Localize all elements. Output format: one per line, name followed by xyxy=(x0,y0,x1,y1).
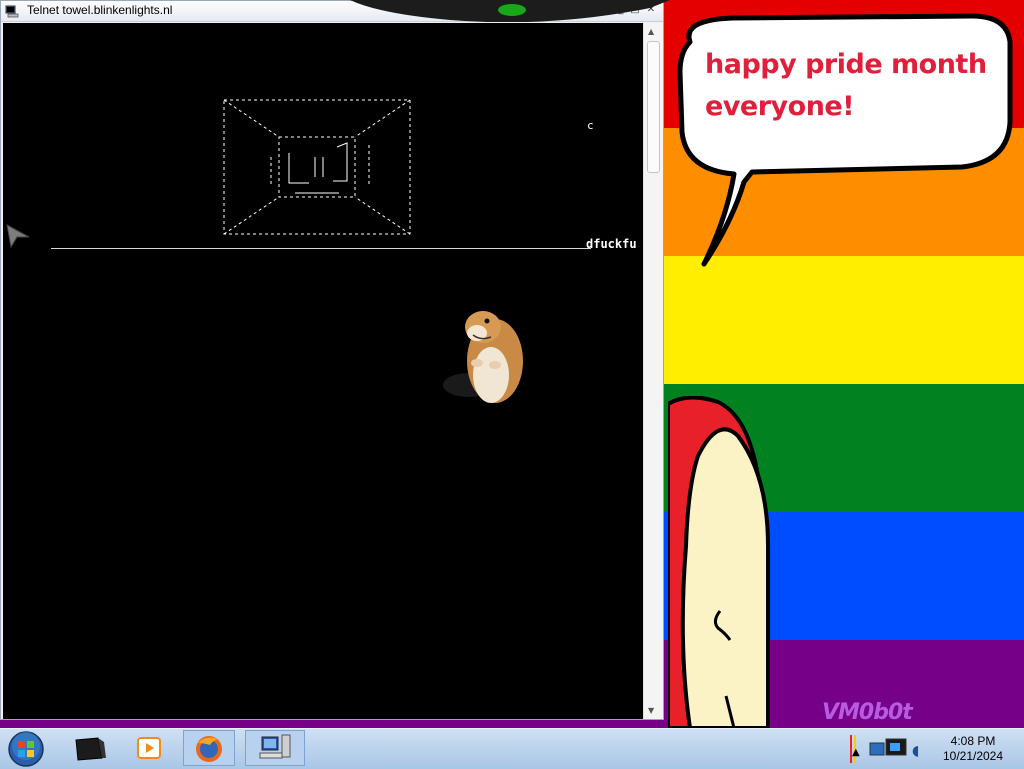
telnet-app-icon xyxy=(5,5,19,18)
media-player-icon[interactable] xyxy=(132,730,166,766)
svg-text:◖: ◖ xyxy=(912,743,919,759)
taskbar-clock[interactable]: 4:08 PM 10/21/2024 xyxy=(936,734,1010,764)
window-title: Telnet towel.blinkenlights.nl xyxy=(27,3,173,17)
watermark-text: VM0b0t xyxy=(822,700,913,725)
scroll-thumb[interactable] xyxy=(647,41,660,173)
ascii-art-box xyxy=(223,99,411,235)
terminal-app-icon[interactable] xyxy=(70,730,108,766)
system-tray[interactable]: ▲ ◖ xyxy=(846,731,936,767)
cursor-arrow-icon xyxy=(6,224,30,249)
start-orb-button[interactable] xyxy=(6,730,46,768)
vertical-scrollbar[interactable]: ▲ ▼ xyxy=(643,23,663,719)
scrolled-text: dfuckfu xyxy=(586,237,637,251)
network-computer-icon xyxy=(259,734,291,759)
speech-text: happy pride month everyone! xyxy=(705,49,987,122)
scroll-up-icon[interactable]: ▲ xyxy=(648,27,654,36)
scroll-down-icon[interactable]: ▼ xyxy=(648,706,654,715)
terminal-output[interactable]: c dfuckfu xyxy=(3,23,643,719)
svg-text:▲: ▲ xyxy=(852,747,860,758)
taskbar: ▲ ◖ 4:08 PM 10/21/2024 xyxy=(0,728,1024,769)
network-computer-taskbar-button[interactable] xyxy=(245,730,305,766)
character-drawing xyxy=(668,396,770,728)
firefox-icon xyxy=(196,736,222,762)
hamster-sprite xyxy=(443,311,523,403)
clock-date: 10/21/2024 xyxy=(942,749,1004,763)
firefox-taskbar-button[interactable] xyxy=(183,730,235,766)
title-gadget xyxy=(350,0,670,22)
stray-character: c xyxy=(587,119,594,132)
telnet-window[interactable]: Telnet towel.blinkenlights.nl _ □ ✕ xyxy=(0,0,664,720)
clock-time: 4:08 PM xyxy=(950,734,996,748)
separator-line xyxy=(51,248,591,249)
